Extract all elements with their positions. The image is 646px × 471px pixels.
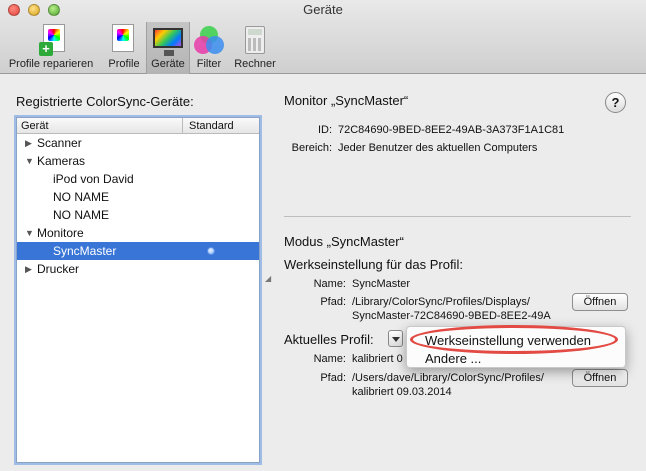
devices-outline-view[interactable]: Gerät Standard ▶ Scanner ▼ Kameras iPod … bbox=[16, 117, 260, 463]
tree-item-ipod[interactable]: iPod von David bbox=[17, 170, 259, 188]
current-path-label: Pfad: bbox=[320, 372, 346, 384]
device-title: Monitor „SyncMaster“ bbox=[284, 93, 409, 108]
toolbar: + Profile reparieren Profile Geräte Filt… bbox=[0, 22, 282, 74]
profile-icon bbox=[108, 24, 140, 56]
profile-repair-icon: + bbox=[35, 24, 67, 56]
factory-profile-heading: Werkseinstellung für das Profil: bbox=[284, 257, 463, 272]
split-view-handle-icon[interactable]: ◢ bbox=[265, 274, 271, 283]
tree-item-no-name-2[interactable]: NO NAME bbox=[17, 206, 259, 224]
tree-label: SyncMaster bbox=[53, 244, 117, 258]
devices-list-title: Registrierte ColorSync-Geräte: bbox=[16, 94, 194, 109]
list-header: Gerät Standard bbox=[17, 118, 259, 134]
factory-path-line-1: /Library/ColorSync/Profiles/Displays/ bbox=[352, 296, 530, 308]
tree-group-scanner[interactable]: ▶ Scanner bbox=[17, 134, 259, 152]
column-header-default[interactable]: Standard bbox=[183, 118, 234, 133]
toolbar-calculator[interactable]: Rechner bbox=[228, 22, 282, 74]
device-id-value: 72C84690-9BED-8EE2-49AB-3A373F1A1C81 bbox=[338, 124, 565, 136]
mode-title: Modus „SyncMaster“ bbox=[284, 234, 404, 249]
menu-item-use-factory[interactable]: Werkseinstellung verwenden bbox=[425, 333, 591, 348]
scope-label: Bereich: bbox=[291, 142, 332, 154]
column-header-device[interactable]: Gerät bbox=[17, 118, 183, 133]
disclosure-triangle-right-icon[interactable]: ▶ bbox=[25, 134, 32, 152]
tree-label: NO NAME bbox=[53, 190, 110, 204]
tree-item-syncmaster[interactable]: SyncMaster bbox=[17, 242, 259, 260]
disclosure-triangle-down-icon[interactable]: ▼ bbox=[25, 224, 34, 242]
current-profile-popup-button[interactable] bbox=[388, 330, 403, 347]
current-profile-label: Aktuelles Profil: bbox=[284, 332, 374, 347]
toolbar-label: Rechner bbox=[234, 58, 276, 70]
tree-label: Scanner bbox=[37, 136, 82, 150]
disclosure-triangle-right-icon[interactable]: ▶ bbox=[25, 260, 32, 278]
tree-label: iPod von David bbox=[53, 172, 134, 186]
window-title: Geräte bbox=[303, 2, 343, 17]
tree-label: Monitore bbox=[37, 226, 84, 240]
toolbar-label: Profile bbox=[108, 58, 140, 70]
current-path-line-1: /Users/dave/Library/ColorSync/Profiles/ bbox=[352, 372, 544, 384]
factory-path-label: Pfad: bbox=[320, 296, 346, 308]
calculator-icon bbox=[239, 24, 271, 56]
current-path-line-2: kalibriert 09.03.2014 bbox=[352, 386, 452, 398]
tree-label: Drucker bbox=[37, 262, 80, 276]
open-factory-profile-button[interactable]: Öffnen bbox=[572, 293, 628, 311]
device-scope-value: Jeder Benutzer des aktuellen Computers bbox=[338, 142, 538, 154]
filter-icon bbox=[193, 24, 225, 56]
toolbar-filter[interactable]: Filter bbox=[190, 22, 228, 74]
tree-item-no-name-1[interactable]: NO NAME bbox=[17, 188, 259, 206]
factory-path-line-2: SyncMaster-72C84690-9BED-8EE2-49A bbox=[352, 310, 551, 322]
profile-popup-menu: Werkseinstellung verwenden Andere ... bbox=[406, 326, 626, 368]
window-titlebar: Geräte + Profile reparieren Profile Gerä… bbox=[0, 0, 646, 74]
tree-group-cameras[interactable]: ▼ Kameras bbox=[17, 152, 259, 170]
tree-group-printers[interactable]: ▶ Drucker bbox=[17, 260, 259, 278]
tree-group-monitors[interactable]: ▼ Monitore bbox=[17, 224, 259, 242]
current-name-value: kalibriert 0 bbox=[352, 353, 403, 365]
current-name-label: Name: bbox=[313, 353, 346, 365]
toolbar-label: Geräte bbox=[151, 58, 185, 70]
toolbar-profile-repair[interactable]: + Profile reparieren bbox=[0, 22, 102, 74]
help-button[interactable]: ? bbox=[605, 92, 626, 113]
default-radio-icon[interactable] bbox=[207, 247, 215, 255]
factory-name-label: Name: bbox=[313, 278, 346, 290]
monitor-icon bbox=[152, 24, 184, 56]
factory-name-value: SyncMaster bbox=[352, 278, 411, 290]
tree-label: Kameras bbox=[37, 154, 86, 168]
section-divider bbox=[284, 216, 631, 217]
open-current-profile-button[interactable]: Öffnen bbox=[572, 369, 628, 387]
tree-label: NO NAME bbox=[53, 208, 110, 222]
toolbar-profile[interactable]: Profile bbox=[102, 22, 146, 74]
toolbar-label: Filter bbox=[196, 58, 222, 70]
disclosure-triangle-down-icon[interactable]: ▼ bbox=[25, 152, 34, 170]
id-label: ID: bbox=[317, 124, 332, 136]
toolbar-label: Profile reparieren bbox=[8, 58, 94, 70]
menu-item-other[interactable]: Andere ... bbox=[425, 351, 481, 366]
toolbar-devices[interactable]: Geräte bbox=[146, 22, 190, 74]
